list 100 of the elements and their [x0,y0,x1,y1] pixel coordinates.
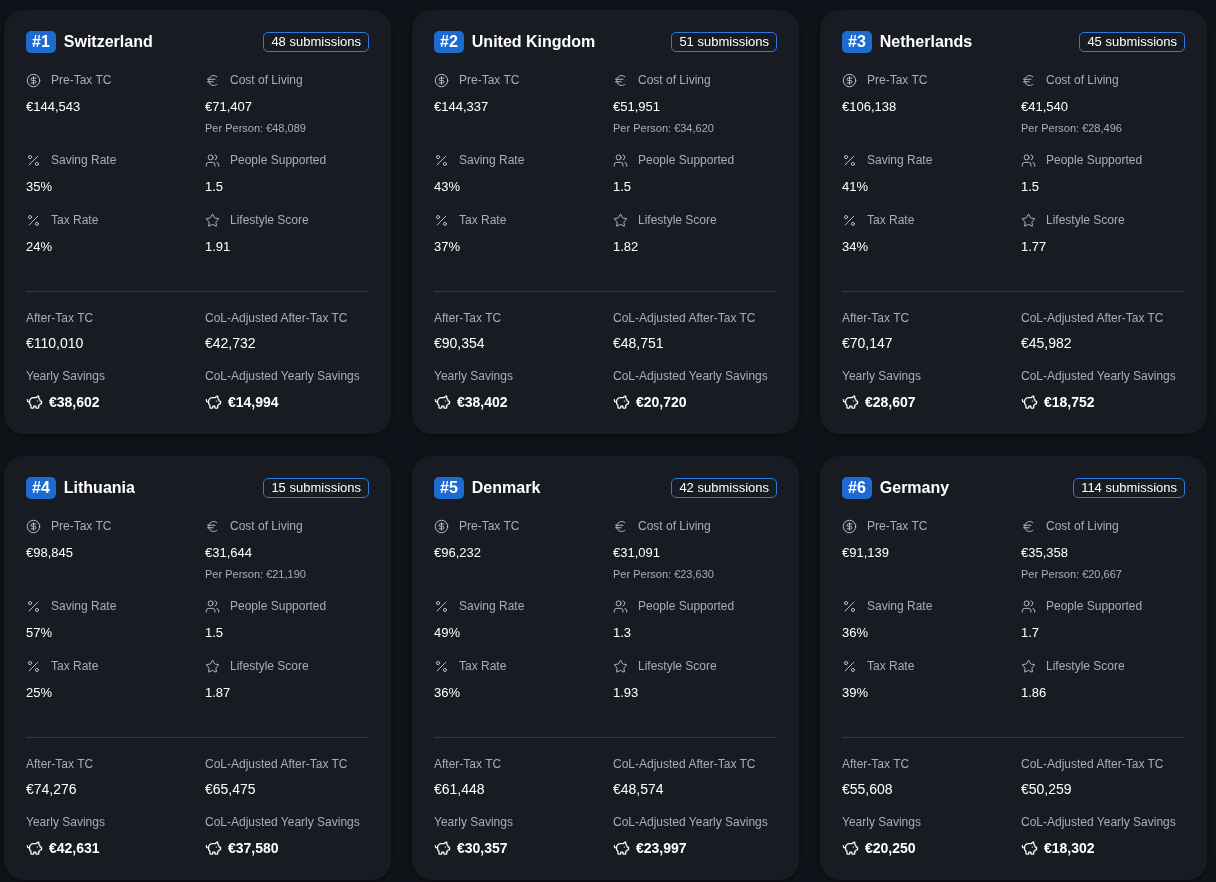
stat-label: Lifestyle Score [230,212,309,229]
stat-value: 25% [26,684,54,702]
stat-label: People Supported [1046,598,1143,615]
stat-label: Cost of Living [230,72,303,89]
result-label: Yearly Savings [842,368,922,385]
result-label: After-Tax TC [434,756,503,773]
dollar-circle-icon [26,518,41,534]
result-label: After-Tax TC [26,756,95,773]
stat-value: 1.5 [205,178,225,196]
stat-value: 1.5 [205,624,225,642]
piggy-bank-icon [434,393,451,411]
result-label: CoL-Adjusted After-Tax TC [613,310,757,327]
stat-label: Lifestyle Score [230,658,309,675]
stat-label: Lifestyle Score [638,658,717,675]
star-icon [205,212,220,228]
stat-value: 34% [842,238,870,256]
euro-icon [205,72,220,88]
result-label: After-Tax TC [434,310,503,327]
euro-icon [1021,518,1036,534]
stat-label: Tax Rate [459,658,507,675]
percent-icon [842,658,857,674]
result-label: CoL-Adjusted After-Tax TC [1021,756,1165,773]
result-label: CoL-Adjusted Yearly Savings [205,814,361,831]
star-icon [1021,212,1036,228]
result-label: CoL-Adjusted Yearly Savings [613,368,769,385]
stat-label: People Supported [638,152,735,169]
stat-value: 37% [434,238,462,256]
submissions-count: 51 submissions [671,32,777,52]
stat-value: 1.93 [613,684,640,702]
result-label: Yearly Savings [434,814,514,831]
percent-icon [842,212,857,228]
percent-icon [434,212,449,228]
result-value: €42,732 [205,334,257,353]
savings-value: €38,602 [49,393,100,412]
star-icon [613,212,628,228]
per-person-note: Per Person: €20,667 [1021,567,1123,582]
result-label: CoL-Adjusted Yearly Savings [1021,368,1177,385]
people-icon [613,152,628,168]
per-person-note: Per Person: €34,620 [613,121,715,136]
piggy-bank-icon [842,839,859,857]
stat-label: Pre-Tax TC [459,518,520,535]
percent-icon [842,598,857,614]
country-name: Switzerland [63,32,153,52]
result-value: €48,574 [613,780,665,799]
people-icon [1021,152,1036,168]
stat-label: Saving Rate [867,598,933,615]
stat-value: 1.86 [1021,684,1048,702]
result-label: After-Tax TC [26,310,95,327]
stat-value: €51,951 [613,98,661,116]
stat-label: Pre-Tax TC [459,72,520,89]
stat-value: €96,232 [434,544,482,562]
result-value: €61,448 [434,780,486,799]
country-name: Denmark [471,478,541,498]
stat-label: People Supported [1046,152,1143,169]
stat-value: €71,407 [205,98,253,116]
stat-label: Cost of Living [638,72,711,89]
country-name: Netherlands [879,32,973,52]
stat-value: 24% [26,238,54,256]
rank-badge: #3 [842,31,872,53]
country-name: Lithuania [63,478,135,498]
percent-icon [26,598,41,614]
stat-value: 35% [26,178,54,196]
people-icon [205,598,220,614]
stat-value: €144,543 [26,98,82,116]
savings-value: €20,250 [865,839,916,858]
savings-value: €38,402 [457,393,508,412]
rank-badge: #5 [434,477,464,499]
stat-value: 1.77 [1021,238,1048,256]
stat-value: 36% [842,624,870,642]
stat-label: Lifestyle Score [1046,658,1125,675]
savings-value: €28,607 [865,393,916,412]
stat-label: Lifestyle Score [638,212,717,229]
result-label: Yearly Savings [434,368,514,385]
stat-value: 1.3 [613,624,633,642]
stat-label: Pre-Tax TC [867,72,928,89]
savings-value: €37,580 [228,839,279,858]
piggy-bank-icon [26,839,43,857]
stat-value: 36% [434,684,462,702]
stat-label: Saving Rate [459,152,525,169]
stat-label: Saving Rate [51,598,117,615]
result-value: €70,147 [842,334,894,353]
savings-value: €42,631 [49,839,100,858]
percent-icon [26,658,41,674]
stat-value: €41,540 [1021,98,1069,116]
stat-label: People Supported [230,152,327,169]
piggy-bank-icon [26,393,43,411]
result-label: CoL-Adjusted Yearly Savings [205,368,361,385]
people-icon [613,598,628,614]
result-label: After-Tax TC [842,310,911,327]
star-icon [205,658,220,674]
euro-icon [613,72,628,88]
stat-value: 39% [842,684,870,702]
per-person-note: Per Person: €21,190 [205,567,307,582]
stat-value: €91,139 [842,544,890,562]
stat-label: Lifestyle Score [1046,212,1125,229]
stat-label: Pre-Tax TC [51,72,112,89]
result-value: €65,475 [205,780,257,799]
stat-value: 1.5 [613,178,633,196]
result-label: Yearly Savings [26,368,106,385]
result-label: CoL-Adjusted After-Tax TC [1021,310,1165,327]
